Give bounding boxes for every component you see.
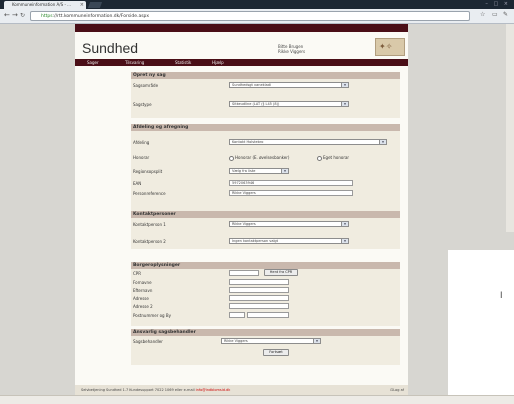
window-controls[interactable]: – □ × [485, 1, 510, 7]
honorar-radio-2[interactable]: Eget honorar [317, 155, 349, 161]
field-label: Sagstype [133, 102, 152, 107]
star-icon[interactable]: ☆ [480, 11, 485, 18]
adresse-input[interactable] [229, 295, 289, 301]
logout-link[interactable]: ⊡Log af [390, 385, 404, 395]
field-label: Postnummer og By [133, 313, 171, 318]
section-borger: Borgeroplysninger CPR Hent fra CPR Forna… [131, 262, 400, 326]
regionsopsplit-select[interactable]: Vælg fra liste ▾ [229, 168, 289, 174]
overlay-gap [448, 232, 514, 250]
new-tab-button[interactable] [87, 2, 103, 8]
section-ansvar: Ansvarlig sagsbehandler Sagsbehandler Ri… [131, 329, 400, 365]
dropdown-arrow-icon: ▾ [313, 339, 320, 343]
section-title: Kontaktpersoner [131, 211, 400, 218]
dropdown-arrow-icon: ▾ [341, 239, 348, 243]
cpr-input[interactable] [229, 270, 259, 276]
menu-tilsvaring[interactable]: Tilsvaring [125, 59, 144, 66]
overlay-small-text: I [500, 290, 503, 300]
honorar-radio-1[interactable]: Honorar (E. øvelsesbanker) [229, 155, 289, 161]
app-title: Sundhed [82, 40, 139, 56]
by-input[interactable] [247, 312, 289, 318]
field-label: Sagsbehandler [133, 339, 163, 344]
overlay-window: Bl I [448, 232, 514, 403]
afdeling-select[interactable]: Kontakt Holstebro ▾ [229, 139, 387, 145]
field-label: Sagsområde [133, 83, 159, 88]
field-label: EAN [133, 181, 142, 186]
dropdown-arrow-icon: ▾ [281, 169, 288, 173]
field-label: Regionsopsplit [133, 169, 163, 174]
hent-cpr-button[interactable]: Hent fra CPR [264, 269, 298, 276]
menu-sager[interactable]: Sager [87, 59, 99, 66]
web-page: Sundhed Bitte Brugen Rikke Viggers ✦✧ Sa… [75, 24, 408, 400]
field-label: Personreference [133, 191, 166, 196]
page-menu-icon[interactable]: ▭ [492, 11, 498, 18]
page-footer: Selvbetjening Sundhed 1.7 Kundesupport 7… [75, 385, 408, 395]
section-title: Ansvarlig sagsbehandler [131, 329, 400, 336]
kontaktperson2-select[interactable]: Ingen kontaktperson valgt ▾ [229, 238, 349, 244]
menu-statistik[interactable]: Statistik [175, 59, 191, 66]
dropdown-arrow-icon: ▾ [341, 102, 348, 106]
back-arrow-icon[interactable]: ← [4, 11, 10, 19]
field-label: Kontaktperson 2 [133, 239, 166, 244]
section-title: Opret ny sag [131, 72, 400, 79]
sagstype-select[interactable]: Sitkeudline (LAT (§ L45 (8)) ▾ [229, 101, 349, 107]
section-kontakt: Kontaktpersoner Kontaktperson 1 Rikke Vi… [131, 211, 400, 249]
sagsomraade-select[interactable]: Sundhedsgt vanekladi ▾ [229, 82, 349, 88]
ean-input[interactable]: 5972063946 [229, 180, 353, 186]
browser-tab-bar: Kommuneinformation A/S - ... × – □ × [0, 0, 514, 9]
field-label: Adresse [133, 296, 149, 301]
field-label: Afdeling [133, 140, 150, 145]
personreference-input[interactable]: Rikke Viggers [229, 190, 353, 196]
radio-icon [317, 155, 322, 161]
field-label: Efternavn [133, 288, 153, 293]
dropdown-arrow-icon: ▾ [379, 140, 386, 144]
field-label: Honorar [133, 155, 150, 160]
menu-hjaelp[interactable]: Hjælp [212, 59, 224, 66]
browser-tab[interactable]: Kommuneinformation A/S - ... × [4, 1, 86, 9]
field-label: Kontaktperson 1 [133, 222, 166, 227]
section-opret: Opret ny sag Sagsområde Sundhedsgt vanek… [131, 72, 400, 118]
user-info: Bitte Brugen Rikke Viggers [278, 44, 306, 54]
address-bar: ← → ↻ https://rtt.kommuneinformation.dk/… [0, 9, 514, 24]
radio-icon [229, 155, 234, 161]
field-label: Fornavne [133, 280, 152, 285]
support-email-link[interactable]: info@indblomsid.dk [196, 388, 231, 392]
municipality-logo-icon: ✦✧ [375, 38, 405, 56]
dropdown-arrow-icon: ▾ [341, 222, 348, 226]
fortsaet-button[interactable]: Fortsæt [263, 349, 289, 356]
field-label: CPR [133, 271, 141, 276]
kontaktperson1-select[interactable]: Rikke Viggers ▾ [229, 221, 349, 227]
forward-arrow-icon[interactable]: → [12, 11, 18, 19]
postnummer-input[interactable] [229, 312, 245, 318]
url-field[interactable]: https://rtt.kommuneinformation.dk/Forsid… [30, 11, 470, 21]
adresse2-input[interactable] [229, 303, 289, 309]
main-menu: Sager Tilsvaring Statistik Hjælp [75, 59, 408, 66]
reload-icon[interactable]: ↻ [20, 12, 25, 19]
top-band [75, 24, 408, 32]
tab-close-icon[interactable]: × [80, 1, 84, 9]
fornavne-input[interactable] [229, 279, 289, 285]
section-title: Afdeling og afregning [131, 124, 400, 131]
field-label: Adresse 2 [133, 304, 153, 309]
wrench-icon[interactable]: ✎ [503, 11, 508, 18]
dropdown-arrow-icon: ▾ [341, 83, 348, 87]
web-viewport: Sundhed Bitte Brugen Rikke Viggers ✦✧ Sa… [0, 24, 514, 403]
efternavn-input[interactable] [229, 287, 289, 293]
tab-title: Kommuneinformation A/S - ... [12, 2, 71, 7]
section-title: Borgeroplysninger [131, 262, 400, 269]
sagsbehandler-select[interactable]: Rikke Viggers ▾ [221, 338, 321, 344]
